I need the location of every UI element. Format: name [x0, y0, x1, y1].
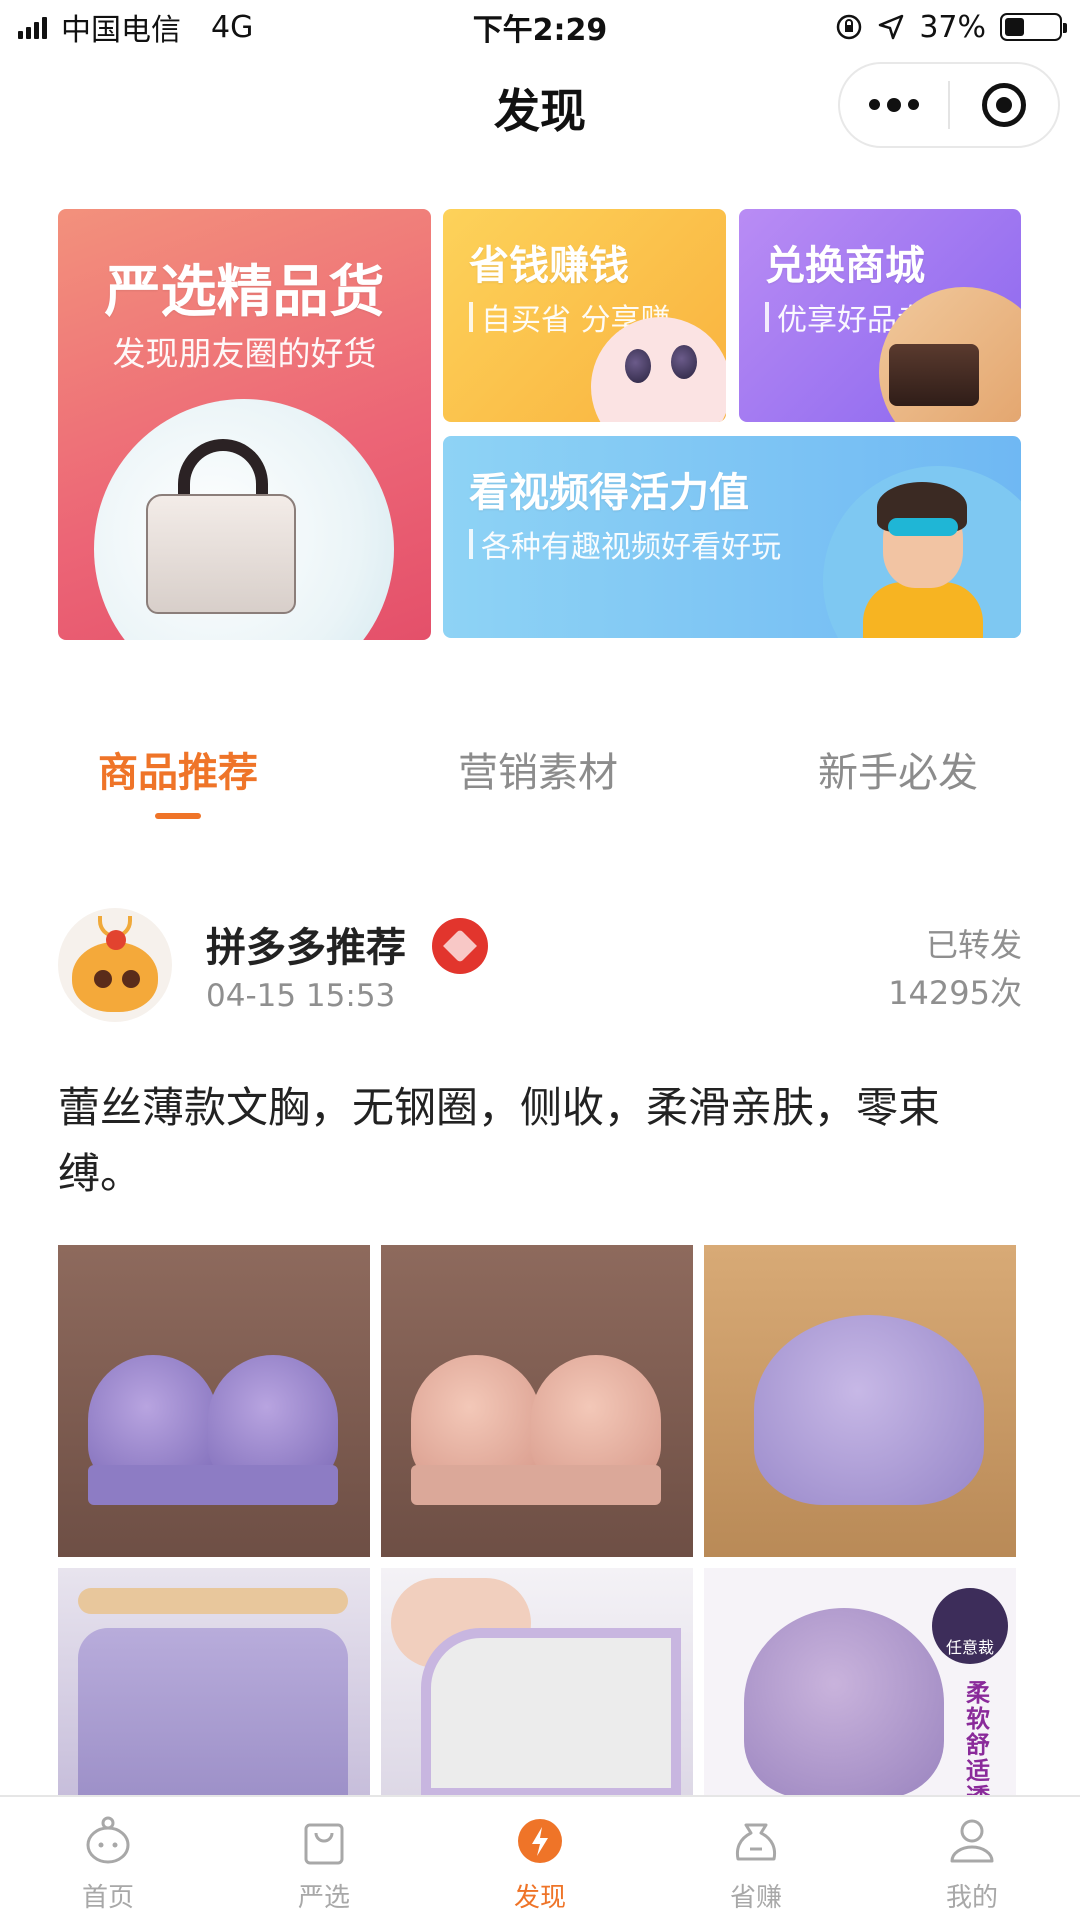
chick-home-icon: [80, 1813, 136, 1869]
post-image-3[interactable]: [704, 1245, 1016, 1557]
kid-shirt: [863, 582, 983, 638]
more-dots-icon: [869, 97, 919, 112]
heart-icon: [443, 929, 477, 963]
signal-icon: [18, 15, 47, 39]
tabbar-item-mine[interactable]: 我的: [864, 1797, 1080, 1920]
status-left: 中国电信 4G: [18, 5, 253, 49]
tab-product-recommend[interactable]: 商品推荐: [98, 740, 258, 798]
tab-marketing-material[interactable]: 营销素材: [458, 740, 618, 798]
tabbar-label: 首页: [81, 1883, 134, 1913]
close-mini-program-button[interactable]: [950, 64, 1058, 146]
purse-image: [889, 344, 979, 406]
banner-subtitle-text: 各种有趣视频好看好玩: [481, 530, 781, 565]
earring-right: [671, 345, 697, 379]
location-icon: [879, 14, 904, 40]
post-author: 拼多多推荐: [206, 925, 406, 971]
banner-curated-goods[interactable]: 严选精品货 发现朋友圈的好货: [58, 209, 431, 640]
status-bar: 中国电信 4G 下午2:29 37%: [0, 0, 1080, 54]
post-time: 04-15 15:53: [206, 978, 396, 1014]
avatar-eye-left: [94, 970, 112, 988]
avatar-eye-right: [122, 970, 140, 988]
battery-icon: [1000, 13, 1067, 41]
forward-count: 14295次: [888, 974, 1022, 1012]
money-bag-icon: [728, 1813, 784, 1869]
bottom-tab-bar: 首页 严选 发现 省赚 我的: [0, 1795, 1080, 1920]
post-image-6[interactable]: 任意裁 柔软舒适透: [704, 1568, 1016, 1795]
avatar[interactable]: [58, 908, 172, 1022]
tabbar-label: 发现: [513, 1883, 566, 1913]
rotation-lock-icon: [837, 14, 862, 40]
mini-program-capsule: [838, 62, 1060, 148]
image-vertical-label: 柔软舒适透: [966, 1679, 990, 1795]
bra-back: [78, 1628, 348, 1795]
network-label: 4G: [211, 9, 254, 45]
more-button[interactable]: [840, 64, 948, 146]
tabbar-item-discover[interactable]: 发现: [432, 1797, 648, 1920]
post-text: 蕾丝薄款文胸，无钢圈，侧收，柔滑亲肤，零束缚。: [58, 1083, 941, 1198]
post-image-5[interactable]: [381, 1568, 693, 1795]
kid-sunglasses: [888, 518, 958, 536]
active-tab-indicator: [155, 813, 201, 819]
avatar-chick: [72, 942, 158, 1012]
verified-badge-icon: [432, 918, 488, 974]
tabbar-item-curated[interactable]: 严选: [216, 1797, 432, 1920]
tabbar-label: 我的: [945, 1883, 998, 1913]
user-icon: [944, 1813, 1000, 1869]
banner-exchange-mall[interactable]: 兑换商城 优享好品专享: [739, 209, 1021, 422]
banner-watch-video[interactable]: 看视频得活力值 各种有趣视频好看好玩: [443, 436, 1021, 638]
banner-title: 省钱赚钱: [469, 243, 629, 289]
tabbar-label: 省赚: [729, 1883, 782, 1913]
tabbar-label: 严选: [297, 1883, 350, 1913]
banner-title: 严选精品货: [104, 260, 385, 325]
post-image-4[interactable]: [58, 1568, 370, 1795]
handbag-image: [146, 494, 296, 614]
banner-subtitle: 发现朋友圈的好货: [112, 334, 377, 373]
lightning-icon: [512, 1813, 568, 1869]
bra-band: [88, 1465, 338, 1505]
post-image-1[interactable]: [58, 1245, 370, 1557]
earring-left: [625, 349, 651, 383]
banner-title: 兑换商城: [765, 243, 925, 289]
carrier-label: 中国电信: [61, 13, 181, 48]
banner-title: 看视频得活力值: [469, 470, 749, 516]
bra-band: [411, 1465, 661, 1505]
tabbar-item-home[interactable]: 首页: [0, 1797, 216, 1920]
banner-subtitle: 各种有趣视频好看好玩: [469, 522, 781, 566]
forward-label: 已转发: [925, 926, 1022, 964]
tabbar-item-save-earn[interactable]: 省赚: [648, 1797, 864, 1920]
battery-percent: 37%: [919, 9, 986, 45]
target-icon: [982, 83, 1026, 127]
fabric-padding: [421, 1628, 681, 1795]
tab-newbie-posts[interactable]: 新手必发: [818, 740, 978, 798]
bra-cup: [744, 1608, 944, 1795]
hanger: [78, 1588, 348, 1614]
status-right: 37%: [835, 9, 1067, 45]
avatar-chick-comb: [106, 930, 126, 950]
image-badge-label: 任意裁: [945, 1638, 994, 1657]
shopping-bag-icon: [296, 1813, 352, 1869]
post-image-2[interactable]: [381, 1245, 693, 1557]
content-tabs: 商品推荐 营销素材 新手必发: [0, 740, 1080, 820]
banner-save-money[interactable]: 省钱赚钱 自买省 分享赚: [443, 209, 726, 422]
bra-cup: [754, 1315, 984, 1505]
battery-fill: [1005, 18, 1025, 36]
